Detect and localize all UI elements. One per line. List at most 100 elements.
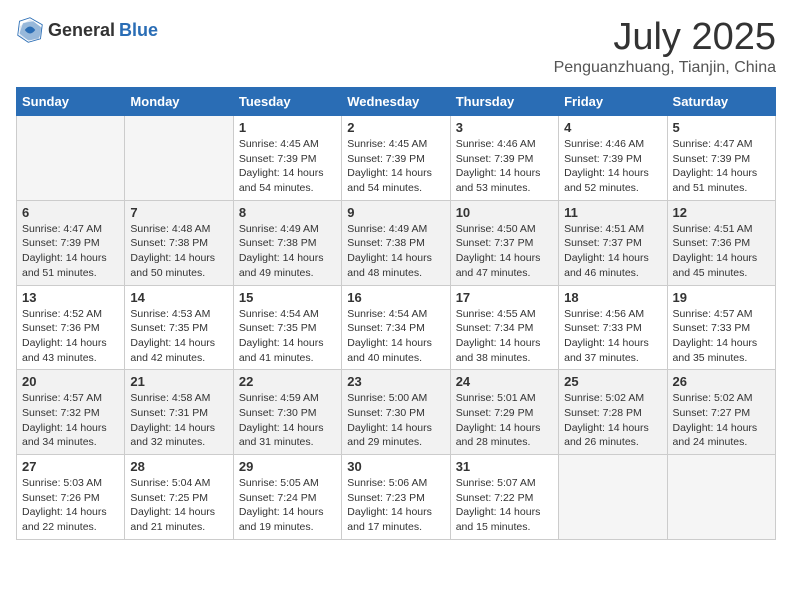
calendar-day-cell: 8 Sunrise: 4:49 AMSunset: 7:38 PMDaylight…	[233, 200, 341, 285]
logo-blue: Blue	[119, 20, 158, 41]
calendar-day-cell: 9Sunrise: 4:49 AMSunset: 7:38 PMDaylight…	[342, 200, 450, 285]
calendar-week-row: 1 Sunrise: 4:45 AMSunset: 7:39 PMDaylight…	[17, 116, 776, 201]
calendar-day-cell: 23 Sunrise: 5:00 AMSunset: 7:30 PMDayligh…	[342, 370, 450, 455]
calendar-day-cell: 18 Sunrise: 4:56 AMSunset: 7:33 PMDayligh…	[559, 285, 667, 370]
logo: GeneralBlue	[16, 16, 158, 44]
calendar-day-cell: 30 Sunrise: 5:06 AMSunset: 7:23 PMDayligh…	[342, 455, 450, 540]
day-info: Sunrise: 4:59 AMSunset: 7:30 PMDaylight:…	[239, 391, 336, 450]
day-info: Sunrise: 5:02 AMSunset: 7:28 PMDaylight:…	[564, 391, 661, 450]
day-info: Sunrise: 4:45 AMSunset: 7:39 PMDaylight:…	[347, 137, 444, 196]
day-info: Sunrise: 5:01 AMSunset: 7:29 PMDaylight:…	[456, 391, 553, 450]
day-info: Sunrise: 5:06 AMSunset: 7:23 PMDaylight:…	[347, 476, 444, 535]
logo-general: General	[48, 20, 115, 41]
day-info: Sunrise: 5:05 AMSunset: 7:24 PMDaylight:…	[239, 476, 336, 535]
day-number: 30	[347, 459, 444, 474]
day-number: 11	[564, 205, 661, 220]
calendar-day-cell: 3Sunrise: 4:46 AMSunset: 7:39 PMDaylight…	[450, 116, 558, 201]
calendar-day-cell: 22 Sunrise: 4:59 AMSunset: 7:30 PMDayligh…	[233, 370, 341, 455]
day-number: 18	[564, 290, 661, 305]
day-info: Sunrise: 4:51 AMSunset: 7:37 PMDaylight:…	[564, 222, 661, 281]
month-title: July 2025	[554, 16, 776, 59]
day-info: Sunrise: 4:54 AMSunset: 7:34 PMDaylight:…	[347, 307, 444, 366]
calendar-day-cell: 26 Sunrise: 5:02 AMSunset: 7:27 PMDayligh…	[667, 370, 775, 455]
weekday-header: Monday	[125, 88, 233, 116]
day-number: 5	[673, 120, 770, 135]
calendar-day-cell: 20 Sunrise: 4:57 AMSunset: 7:32 PMDayligh…	[17, 370, 125, 455]
day-number: 6	[22, 205, 119, 220]
day-info: Sunrise: 4:57 AMSunset: 7:33 PMDaylight:…	[673, 307, 770, 366]
day-number: 10	[456, 205, 553, 220]
calendar-week-row: 6 Sunrise: 4:47 AMSunset: 7:39 PMDaylight…	[17, 200, 776, 285]
calendar-day-cell: 4Sunrise: 4:46 AMSunset: 7:39 PMDaylight…	[559, 116, 667, 201]
weekday-header: Tuesday	[233, 88, 341, 116]
day-number: 20	[22, 374, 119, 389]
calendar-day-cell: 27 Sunrise: 5:03 AMSunset: 7:26 PMDayligh…	[17, 455, 125, 540]
day-info: Sunrise: 5:07 AMSunset: 7:22 PMDaylight:…	[456, 476, 553, 535]
calendar-day-cell: 5 Sunrise: 4:47 AMSunset: 7:39 PMDaylight…	[667, 116, 775, 201]
calendar-day-cell: 31 Sunrise: 5:07 AMSunset: 7:22 PMDayligh…	[450, 455, 558, 540]
day-number: 4	[564, 120, 661, 135]
day-number: 3	[456, 120, 553, 135]
day-info: Sunrise: 5:02 AMSunset: 7:27 PMDaylight:…	[673, 391, 770, 450]
day-number: 15	[239, 290, 336, 305]
day-number: 31	[456, 459, 553, 474]
day-info: Sunrise: 4:56 AMSunset: 7:33 PMDaylight:…	[564, 307, 661, 366]
calendar-day-cell: 6 Sunrise: 4:47 AMSunset: 7:39 PMDaylight…	[17, 200, 125, 285]
calendar-day-cell	[17, 116, 125, 201]
page-header: GeneralBlue July 2025 Penguanzhuang, Tia…	[16, 16, 776, 77]
weekday-header: Friday	[559, 88, 667, 116]
calendar-week-row: 13Sunrise: 4:52 AMSunset: 7:36 PMDayligh…	[17, 285, 776, 370]
day-number: 1	[239, 120, 336, 135]
calendar-day-cell	[125, 116, 233, 201]
calendar-day-cell	[667, 455, 775, 540]
calendar-day-cell: 7Sunrise: 4:48 AMSunset: 7:38 PMDaylight…	[125, 200, 233, 285]
calendar-day-cell: 19 Sunrise: 4:57 AMSunset: 7:33 PMDayligh…	[667, 285, 775, 370]
day-number: 16	[347, 290, 444, 305]
day-number: 28	[130, 459, 227, 474]
day-number: 22	[239, 374, 336, 389]
day-number: 2	[347, 120, 444, 135]
day-info: Sunrise: 4:47 AMSunset: 7:39 PMDaylight:…	[22, 222, 119, 281]
day-info: Sunrise: 4:47 AMSunset: 7:39 PMDaylight:…	[673, 137, 770, 196]
day-number: 9	[347, 205, 444, 220]
day-info: Sunrise: 5:04 AMSunset: 7:25 PMDaylight:…	[130, 476, 227, 535]
day-info: Sunrise: 5:03 AMSunset: 7:26 PMDaylight:…	[22, 476, 119, 535]
day-info: Sunrise: 4:48 AMSunset: 7:38 PMDaylight:…	[130, 222, 227, 281]
day-info: Sunrise: 5:00 AMSunset: 7:30 PMDaylight:…	[347, 391, 444, 450]
calendar-day-cell: 15 Sunrise: 4:54 AMSunset: 7:35 PMDayligh…	[233, 285, 341, 370]
calendar-week-row: 20 Sunrise: 4:57 AMSunset: 7:32 PMDayligh…	[17, 370, 776, 455]
day-info: Sunrise: 4:45 AMSunset: 7:39 PMDaylight:…	[239, 137, 336, 196]
day-info: Sunrise: 4:57 AMSunset: 7:32 PMDaylight:…	[22, 391, 119, 450]
day-info: Sunrise: 4:54 AMSunset: 7:35 PMDaylight:…	[239, 307, 336, 366]
calendar-day-cell: 16 Sunrise: 4:54 AMSunset: 7:34 PMDayligh…	[342, 285, 450, 370]
day-number: 27	[22, 459, 119, 474]
day-number: 26	[673, 374, 770, 389]
day-number: 21	[130, 374, 227, 389]
calendar-day-cell: 17 Sunrise: 4:55 AMSunset: 7:34 PMDayligh…	[450, 285, 558, 370]
day-info: Sunrise: 4:51 AMSunset: 7:36 PMDaylight:…	[673, 222, 770, 281]
calendar-day-cell: 29 Sunrise: 5:05 AMSunset: 7:24 PMDayligh…	[233, 455, 341, 540]
day-number: 29	[239, 459, 336, 474]
calendar-day-cell: 1 Sunrise: 4:45 AMSunset: 7:39 PMDaylight…	[233, 116, 341, 201]
day-info: Sunrise: 4:49 AMSunset: 7:38 PMDaylight:…	[239, 222, 336, 281]
calendar-day-cell: 21 Sunrise: 4:58 AMSunset: 7:31 PMDayligh…	[125, 370, 233, 455]
title-area: July 2025 Penguanzhuang, Tianjin, China	[554, 16, 776, 77]
weekday-header: Sunday	[17, 88, 125, 116]
day-number: 8	[239, 205, 336, 220]
location-title: Penguanzhuang, Tianjin, China	[554, 59, 776, 77]
day-number: 14	[130, 290, 227, 305]
calendar-day-cell: 14Sunrise: 4:53 AMSunset: 7:35 PMDayligh…	[125, 285, 233, 370]
day-number: 13	[22, 290, 119, 305]
logo-icon	[16, 16, 44, 44]
calendar-day-cell: 12Sunrise: 4:51 AMSunset: 7:36 PMDayligh…	[667, 200, 775, 285]
day-info: Sunrise: 4:58 AMSunset: 7:31 PMDaylight:…	[130, 391, 227, 450]
day-number: 17	[456, 290, 553, 305]
day-info: Sunrise: 4:55 AMSunset: 7:34 PMDaylight:…	[456, 307, 553, 366]
day-number: 23	[347, 374, 444, 389]
calendar-day-cell	[559, 455, 667, 540]
day-number: 25	[564, 374, 661, 389]
day-number: 19	[673, 290, 770, 305]
weekday-header: Thursday	[450, 88, 558, 116]
weekday-header: Saturday	[667, 88, 775, 116]
calendar-week-row: 27 Sunrise: 5:03 AMSunset: 7:26 PMDayligh…	[17, 455, 776, 540]
